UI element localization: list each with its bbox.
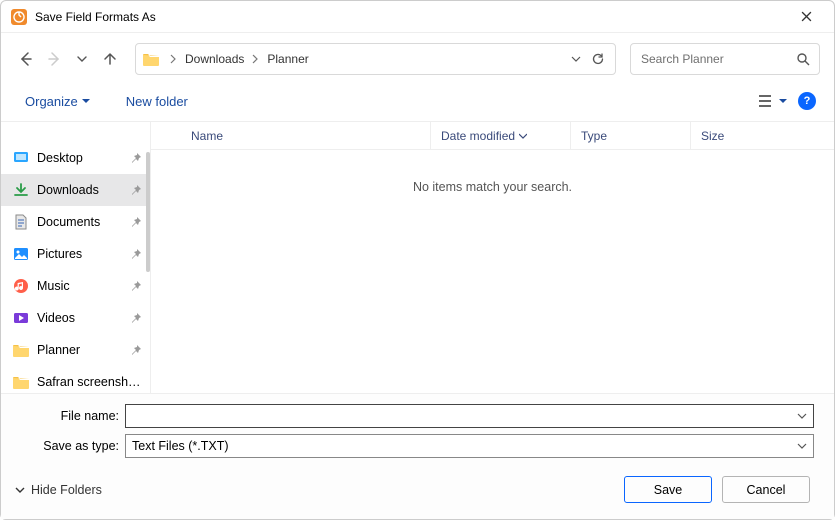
sidebar-item-label: Safran screenshots [37, 375, 142, 389]
search-icon [796, 52, 810, 66]
pin-icon [131, 249, 142, 260]
hide-folders-label: Hide Folders [31, 483, 102, 497]
sidebar-item-pictures[interactable]: Pictures [1, 238, 150, 270]
close-button[interactable] [788, 3, 824, 31]
savetype-combobox[interactable]: Text Files (*.TXT) [125, 434, 814, 458]
column-size[interactable]: Size [691, 122, 834, 149]
download-icon [13, 182, 29, 198]
sidebar-item-safran-screenshots[interactable]: Safran screenshots [1, 366, 150, 398]
sidebar-item-music[interactable]: Music [1, 270, 150, 302]
filename-label: File name: [1, 409, 125, 423]
sidebar-item-label: Downloads [37, 183, 99, 197]
main-split: Desktop Downloads Documents Pictures Mus… [1, 122, 834, 393]
column-headers: Name Date modified Type Size [151, 122, 834, 150]
chevron-right-icon [170, 54, 177, 64]
breadcrumb-planner[interactable]: Planner [261, 50, 314, 68]
column-type[interactable]: Type [571, 122, 691, 149]
pin-icon [131, 185, 142, 196]
address-dropdown-button[interactable] [571, 54, 581, 64]
caret-down-icon [82, 97, 90, 105]
address-bar[interactable]: Downloads Planner [135, 43, 616, 75]
sidebar-item-desktop[interactable]: Desktop [1, 142, 150, 174]
sidebar-item-videos[interactable]: Videos [1, 302, 150, 334]
folder-icon [142, 51, 160, 67]
sidebar-item-label: Pictures [37, 247, 82, 261]
sidebar-item-label: Planner [37, 343, 80, 357]
view-options-button[interactable] [758, 89, 788, 113]
help-button[interactable]: ? [798, 92, 816, 110]
organize-button[interactable]: Organize [19, 90, 96, 113]
nav-row: Downloads Planner [1, 33, 834, 85]
search-input[interactable] [641, 52, 796, 66]
chevron-right-icon [252, 54, 259, 64]
chevron-down-icon [15, 485, 25, 495]
pin-icon [131, 313, 142, 324]
sidebar: Desktop Downloads Documents Pictures Mus… [1, 122, 151, 393]
music-icon [13, 278, 29, 294]
file-list-area: Name Date modified Type Size No items ma… [151, 122, 834, 393]
sidebar-item-label: Music [37, 279, 70, 293]
pin-icon [131, 345, 142, 356]
video-icon [13, 310, 29, 326]
sidebar-item-downloads[interactable]: Downloads [1, 174, 150, 206]
column-name[interactable]: Name [151, 122, 431, 149]
app-icon [11, 9, 27, 25]
document-icon [13, 214, 29, 230]
caret-down-icon[interactable] [797, 411, 807, 421]
titlebar: Save Field Formats As [1, 1, 834, 33]
sort-caret-icon [519, 132, 527, 140]
sidebar-scrollbar[interactable] [146, 152, 150, 272]
save-button[interactable]: Save [624, 476, 712, 503]
sidebar-item-label: Documents [37, 215, 100, 229]
sidebar-item-documents[interactable]: Documents [1, 206, 150, 238]
pin-icon [131, 281, 142, 292]
savetype-label: Save as type: [1, 439, 125, 453]
new-folder-button[interactable]: New folder [120, 90, 194, 113]
nav-up-button[interactable] [99, 47, 121, 71]
hide-folders-button[interactable]: Hide Folders [15, 483, 102, 497]
pin-icon [131, 217, 142, 228]
picture-icon [13, 246, 29, 262]
sidebar-item-label: Desktop [37, 151, 83, 165]
nav-forward-button[interactable] [43, 47, 65, 71]
recent-locations-button[interactable] [71, 47, 93, 71]
caret-down-icon[interactable] [797, 441, 807, 451]
column-date-modified[interactable]: Date modified [431, 122, 571, 149]
sidebar-item-planner[interactable]: Planner [1, 334, 150, 366]
cancel-button[interactable]: Cancel [722, 476, 810, 503]
search-box[interactable] [630, 43, 820, 75]
breadcrumb-downloads[interactable]: Downloads [179, 50, 250, 68]
caret-down-icon [779, 97, 787, 105]
refresh-button[interactable] [591, 52, 605, 66]
empty-message: No items match your search. [151, 150, 834, 393]
window-title: Save Field Formats As [35, 10, 788, 24]
nav-back-button[interactable] [15, 47, 37, 71]
folder-icon [13, 342, 29, 358]
sidebar-item-label: Videos [37, 311, 75, 325]
savetype-value: Text Files (*.TXT) [132, 439, 229, 453]
new-folder-label: New folder [126, 94, 188, 109]
organize-label: Organize [25, 94, 78, 109]
folder-icon [13, 374, 29, 390]
toolbar: Organize New folder ? [1, 85, 834, 122]
desktop-icon [13, 150, 29, 166]
save-form: File name: Save as type: Text Files (*.T… [1, 393, 834, 519]
filename-input[interactable] [125, 404, 814, 428]
pin-icon [131, 153, 142, 164]
